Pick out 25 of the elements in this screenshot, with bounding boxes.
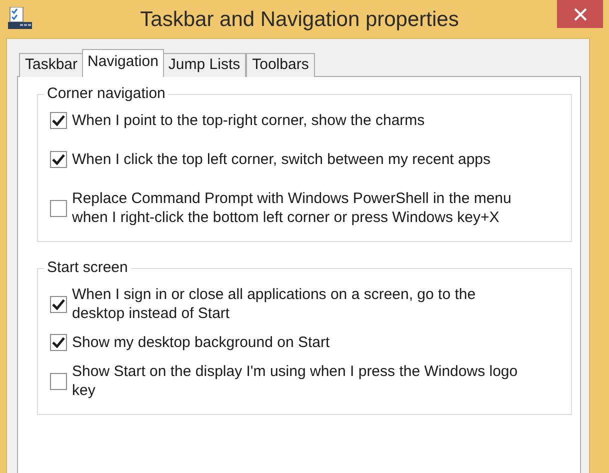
- checkbox[interactable]: [50, 151, 67, 168]
- tab[interactable]: Jump Lists: [162, 53, 246, 77]
- option-label: When I sign in or close all applications on a screen, go to the desktop instead of Start: [72, 285, 477, 323]
- checkbox[interactable]: [50, 372, 67, 390]
- option-label: Replace Command Prompt with Windows PowerShell in the menu when I right-click the bottom left corner or press Windows key+X: [72, 189, 512, 227]
- checkbox[interactable]: [50, 112, 67, 129]
- check-icon: [52, 154, 65, 165]
- option-label: Show my desktop background on Start: [72, 333, 330, 352]
- check-icon: [52, 115, 65, 126]
- close-icon: [574, 8, 586, 20]
- option-label: When I point to the top-right corner, show the charms: [72, 111, 425, 130]
- checkbox[interactable]: [50, 334, 67, 351]
- option-label: When I click the top left corner, switch between my recent apps: [72, 150, 491, 169]
- group-title: Corner navigation: [44, 85, 168, 102]
- tab[interactable]: Navigation: [82, 49, 164, 77]
- checkbox[interactable]: [50, 296, 67, 312]
- check-icon: [52, 298, 65, 310]
- option-label: Show Start on the display I'm using when I press the Windows logo key: [72, 362, 519, 400]
- tab[interactable]: Taskbar: [19, 53, 84, 77]
- app-icon: [8, 7, 32, 29]
- checkbox[interactable]: [50, 200, 67, 216]
- check-icon: [52, 337, 65, 348]
- tab[interactable]: Toolbars: [246, 53, 315, 77]
- close-button[interactable]: [557, 0, 603, 28]
- window-title: Taskbar and Navigation properties: [139, 8, 460, 32]
